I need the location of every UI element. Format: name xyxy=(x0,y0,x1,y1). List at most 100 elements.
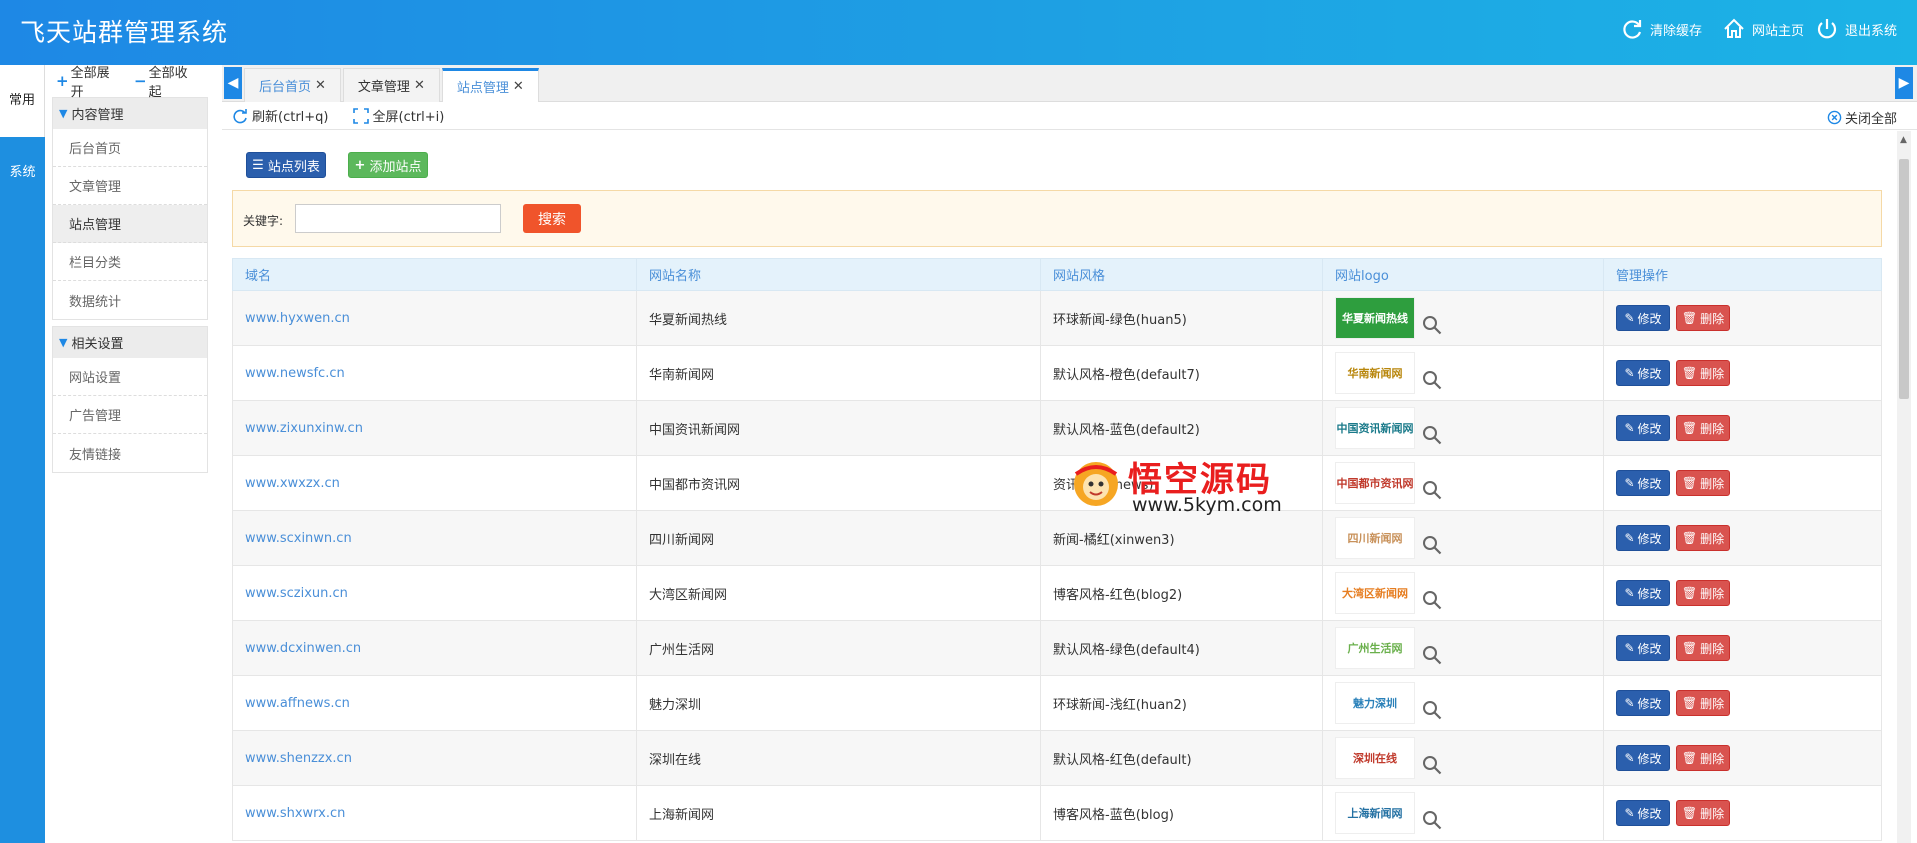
side-tab-common[interactable]: 常用 xyxy=(0,65,45,137)
pencil-icon: ✎ xyxy=(1624,586,1635,600)
edit-button[interactable]: ✎ 修改 xyxy=(1616,470,1670,496)
menu-group-header[interactable]: ▼ 相关设置 xyxy=(53,327,207,358)
cell-actions: ✎ 修改 🗑 删除 xyxy=(1604,511,1881,565)
cell-actions: ✎ 修改 🗑 删除 xyxy=(1604,291,1881,345)
fullscreen-button[interactable]: 全屏(ctrl+i) xyxy=(352,106,444,125)
expand-all-button[interactable]: + 全部展开 xyxy=(56,62,122,100)
site-logo-text: 深圳在线 xyxy=(1353,752,1397,765)
site-list-button[interactable]: ☰ 站点列表 xyxy=(246,152,326,178)
delete-button[interactable]: 🗑 删除 xyxy=(1676,525,1730,551)
edit-button[interactable]: ✎ 修改 xyxy=(1616,305,1670,331)
menu-group-content: ▼ 内容管理 后台首页 文章管理 站点管理 栏目分类 数据统计 xyxy=(52,97,208,320)
magnifier-icon[interactable] xyxy=(1421,369,1443,391)
cell-site-name: 深圳在线 xyxy=(637,731,1041,785)
app-title: 飞天站群管理系统 xyxy=(20,18,229,47)
collapse-all-button[interactable]: − 全部收起 xyxy=(134,62,200,100)
chevron-down-icon: ▼ xyxy=(59,336,68,349)
delete-button[interactable]: 🗑 删除 xyxy=(1676,745,1730,771)
cell-site-style: 博客风格-红色(blog2) xyxy=(1041,566,1323,620)
site-logo-image: 华夏新闻热线 xyxy=(1335,297,1415,339)
side-tab-system[interactable]: 系统 xyxy=(0,137,45,209)
cell-actions: ✎ 修改 🗑 删除 xyxy=(1604,401,1881,455)
vertical-scrollbar[interactable]: ▲ xyxy=(1897,131,1911,843)
magnifier-icon[interactable] xyxy=(1421,534,1443,556)
tab-label: 站点管理 xyxy=(456,81,509,96)
refresh-button[interactable]: 刷新(ctrl+q) xyxy=(232,106,329,125)
close-circle-icon xyxy=(1827,110,1842,125)
logout-button[interactable]: 退出系统 xyxy=(1815,16,1897,42)
domain-link[interactable]: www.hyxwen.cn xyxy=(245,311,350,326)
magnifier-icon[interactable] xyxy=(1421,424,1443,446)
cell-domain: www.shenzzx.cn xyxy=(233,731,637,785)
cell-domain: www.newsfc.cn xyxy=(233,346,637,400)
magnifier-icon[interactable] xyxy=(1421,809,1443,831)
menu-item-articles[interactable]: 文章管理 xyxy=(53,167,207,205)
cell-site-logo: 魅力深圳 xyxy=(1323,676,1604,730)
domain-link[interactable]: www.dcxinwen.cn xyxy=(245,641,361,656)
delete-button[interactable]: 🗑 删除 xyxy=(1676,470,1730,496)
tab-sites[interactable]: 站点管理 ✕ xyxy=(441,68,539,102)
magnifier-icon[interactable] xyxy=(1421,314,1443,336)
keyword-input[interactable] xyxy=(295,204,501,233)
edit-button[interactable]: ✎ 修改 xyxy=(1616,800,1670,826)
site-logo-text: 中国资讯新闻网 xyxy=(1336,422,1414,435)
domain-link[interactable]: www.scxinwn.cn xyxy=(245,531,352,546)
site-logo-image: 上海新闻网 xyxy=(1335,792,1415,834)
tab-scroll-left-button[interactable]: ◀ xyxy=(224,67,242,99)
domain-link[interactable]: www.shxwrx.cn xyxy=(245,806,345,821)
menu-item-statistics[interactable]: 数据统计 xyxy=(53,281,207,319)
clear-cache-button[interactable]: 清除缓存 xyxy=(1620,16,1702,42)
domain-link[interactable]: www.newsfc.cn xyxy=(245,366,345,381)
close-all-button[interactable]: 关闭全部 xyxy=(1827,108,1897,127)
cell-site-style: 默认风格-橙色(default7) xyxy=(1041,346,1323,400)
cell-site-logo: 华南新闻网 xyxy=(1323,346,1604,400)
add-site-button[interactable]: + 添加站点 xyxy=(348,152,428,178)
search-button[interactable]: 搜索 xyxy=(523,204,581,233)
edit-button[interactable]: ✎ 修改 xyxy=(1616,635,1670,661)
plus-icon: + xyxy=(56,72,69,90)
delete-button[interactable]: 🗑 删除 xyxy=(1676,635,1730,661)
delete-button[interactable]: 🗑 删除 xyxy=(1676,305,1730,331)
close-icon[interactable]: ✕ xyxy=(315,78,326,93)
site-home-button[interactable]: 网站主页 xyxy=(1722,16,1804,42)
menu-item-categories[interactable]: 栏目分类 xyxy=(53,243,207,281)
domain-link[interactable]: www.shenzzx.cn xyxy=(245,751,352,766)
delete-button[interactable]: 🗑 删除 xyxy=(1676,800,1730,826)
delete-button[interactable]: 🗑 删除 xyxy=(1676,690,1730,716)
close-icon[interactable]: ✕ xyxy=(513,79,524,94)
tab-dashboard[interactable]: 后台首页 ✕ xyxy=(244,68,341,102)
edit-button[interactable]: ✎ 修改 xyxy=(1616,415,1670,441)
domain-link[interactable]: www.zixunxinw.cn xyxy=(245,421,363,436)
edit-button[interactable]: ✎ 修改 xyxy=(1616,580,1670,606)
menu-item-dashboard[interactable]: 后台首页 xyxy=(53,129,207,167)
domain-link[interactable]: www.affnews.cn xyxy=(245,696,350,711)
scrollbar-thumb[interactable] xyxy=(1899,159,1909,399)
magnifier-icon[interactable] xyxy=(1421,589,1443,611)
menu-group-header[interactable]: ▼ 内容管理 xyxy=(53,98,207,129)
menu-item-sites[interactable]: 站点管理 xyxy=(53,205,207,243)
delete-button[interactable]: 🗑 删除 xyxy=(1676,415,1730,441)
scroll-up-icon: ▲ xyxy=(1900,135,1907,145)
edit-button[interactable]: ✎ 修改 xyxy=(1616,745,1670,771)
delete-button[interactable]: 🗑 删除 xyxy=(1676,580,1730,606)
domain-link[interactable]: www.xwxzx.cn xyxy=(245,476,340,491)
menu-item-site-settings[interactable]: 网站设置 xyxy=(53,358,207,396)
domain-link[interactable]: www.sczixun.cn xyxy=(245,586,348,601)
edit-button[interactable]: ✎ 修改 xyxy=(1616,360,1670,386)
menu-item-ads[interactable]: 广告管理 xyxy=(53,396,207,434)
logout-label: 退出系统 xyxy=(1845,23,1898,39)
edit-button[interactable]: ✎ 修改 xyxy=(1616,525,1670,551)
sidebar-menu: + 全部展开 − 全部收起 ▼ 内容管理 后台首页 文章管理 站点管理 栏目分类 数据… xyxy=(52,65,208,843)
menu-item-links[interactable]: 友情链接 xyxy=(53,434,207,472)
tab-articles[interactable]: 文章管理 ✕ xyxy=(342,68,440,102)
edit-button[interactable]: ✎ 修改 xyxy=(1616,690,1670,716)
cell-domain: www.shxwrx.cn xyxy=(233,786,637,840)
magnifier-icon[interactable] xyxy=(1421,699,1443,721)
delete-button[interactable]: 🗑 删除 xyxy=(1676,360,1730,386)
cell-site-style: 环球新闻-浅红(huan2) xyxy=(1041,676,1323,730)
magnifier-icon[interactable] xyxy=(1421,479,1443,501)
magnifier-icon[interactable] xyxy=(1421,644,1443,666)
magnifier-icon[interactable] xyxy=(1421,754,1443,776)
tab-scroll-right-button[interactable]: ▶ xyxy=(1895,67,1913,99)
close-icon[interactable]: ✕ xyxy=(414,78,425,93)
